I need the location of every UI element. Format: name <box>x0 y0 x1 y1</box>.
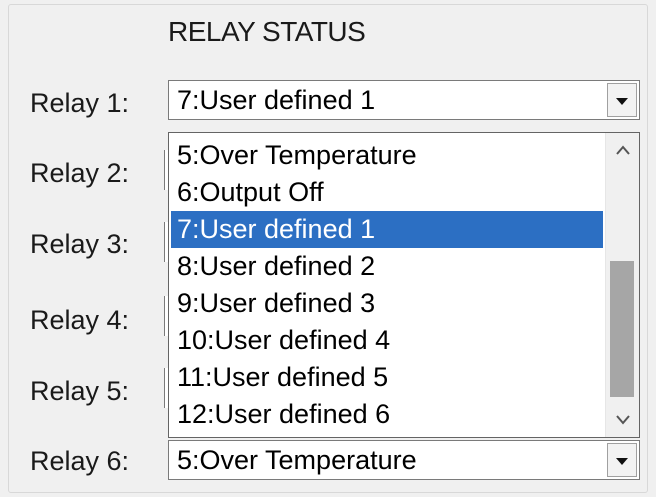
relay-status-panel: RELAY STATUS Relay 1: 7:User defined 1 R… <box>0 0 656 497</box>
dropdown-option-selected[interactable]: 7:User defined 1 <box>171 211 603 248</box>
relay-2-label: Relay 2: <box>30 158 130 188</box>
relay-1-dropdown-button[interactable] <box>607 83 637 117</box>
relay-5-label: Relay 5: <box>30 376 130 406</box>
dropdown-option[interactable]: 9:User defined 3 <box>171 285 603 322</box>
scroll-thumb[interactable] <box>610 261 634 397</box>
dropdown-option[interactable]: 6:Output Off <box>171 174 603 211</box>
dropdown-option[interactable]: 11:User defined 5 <box>171 359 603 396</box>
panel-title: RELAY STATUS <box>168 16 366 47</box>
triangle-down-icon <box>616 458 628 465</box>
relay-6-dropdown-button[interactable] <box>607 443 637 477</box>
chevron-up-icon <box>616 145 630 155</box>
scroll-down-button[interactable] <box>606 405 639 435</box>
scroll-up-button[interactable] <box>606 135 639 165</box>
relay-1-select[interactable]: 7:User defined 1 <box>168 80 640 120</box>
dropdown-option[interactable]: 12:User defined 6 <box>171 396 603 433</box>
relay-6-value: 5:Over Temperature <box>177 445 417 475</box>
relay-3-label: Relay 3: <box>30 229 130 259</box>
relay-1-label: Relay 1: <box>30 88 130 118</box>
dropdown-option[interactable]: 10:User defined 4 <box>171 322 603 359</box>
chevron-down-icon <box>616 415 630 425</box>
relay-1-dropdown-list[interactable]: 5:Over Temperature 6:Output Off 7:User d… <box>168 132 640 438</box>
relay-6-label: Relay 6: <box>30 446 130 476</box>
relay-4-label: Relay 4: <box>30 305 130 335</box>
relay-6-select[interactable]: 5:Over Temperature <box>168 440 640 480</box>
dropdown-option[interactable]: 5:Over Temperature <box>171 137 603 174</box>
dropdown-scrollbar[interactable] <box>605 133 639 437</box>
dropdown-option[interactable]: 8:User defined 2 <box>171 248 603 285</box>
triangle-down-icon <box>616 98 628 105</box>
relay-1-value: 7:User defined 1 <box>177 85 376 115</box>
dropdown-options: 5:Over Temperature 6:Output Off 7:User d… <box>171 137 603 433</box>
